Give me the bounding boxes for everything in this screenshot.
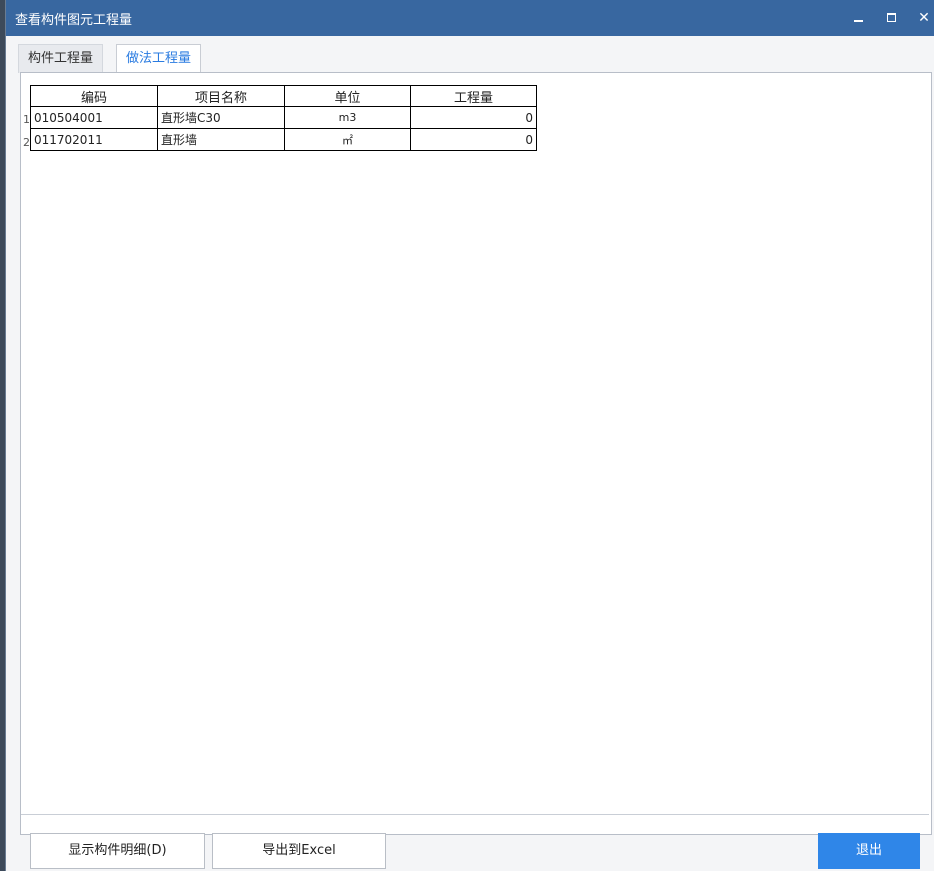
export-excel-button[interactable]: 导出到Excel: [212, 833, 386, 869]
row-number: 2: [23, 136, 30, 149]
quantity-grid-area: 1 2 编码 项目名称 单位 工程量 010504001 直形墙C30 m3 0…: [21, 73, 929, 815]
column-header-item-name[interactable]: 项目名称: [157, 85, 285, 107]
maximize-icon: [886, 13, 896, 22]
row-number: 1: [23, 113, 30, 126]
cell-unit[interactable]: ㎡: [284, 128, 411, 151]
column-header-unit[interactable]: 单位: [284, 85, 411, 107]
close-icon: ✕: [918, 10, 930, 26]
table-row[interactable]: 011702011 直形墙 ㎡ 0: [30, 128, 537, 151]
tab-component-quantity[interactable]: 构件工程量: [18, 44, 104, 73]
quantity-table: 编码 项目名称 单位 工程量 010504001 直形墙C30 m3 0 011…: [30, 85, 537, 151]
show-detail-button[interactable]: 显示构件明细(D): [30, 833, 205, 869]
title-bar[interactable]: 查看构件图元工程量 ✕: [6, 0, 934, 36]
table-header-row: 编码 项目名称 单位 工程量: [30, 85, 537, 107]
cell-unit[interactable]: m3: [284, 106, 411, 129]
table-row[interactable]: 010504001 直形墙C30 m3 0: [30, 106, 537, 129]
exit-button[interactable]: 退出: [818, 833, 920, 869]
column-header-quantity[interactable]: 工程量: [410, 85, 537, 107]
cell-item-name[interactable]: 直形墙: [157, 128, 285, 151]
window-title: 查看构件图元工程量: [15, 13, 133, 28]
column-header-code[interactable]: 编码: [30, 85, 158, 107]
button-bar: 显示构件明细(D) 导出到Excel 退出: [20, 833, 932, 869]
cell-item-name[interactable]: 直形墙C30: [157, 106, 285, 129]
minimize-icon: [853, 19, 863, 22]
minimize-button[interactable]: [849, 9, 867, 27]
close-button[interactable]: ✕: [915, 9, 933, 27]
tab-method-quantity[interactable]: 做法工程量: [116, 44, 202, 74]
cell-code[interactable]: 011702011: [30, 128, 158, 151]
cell-code[interactable]: 010504001: [30, 106, 158, 129]
quantity-dialog: 查看构件图元工程量 ✕ 构件工程量 做法工程量 1 2 编码 项目名称 单位 工…: [5, 0, 934, 871]
cell-quantity[interactable]: 0: [410, 128, 537, 151]
cell-quantity[interactable]: 0: [410, 106, 537, 129]
maximize-button[interactable]: [882, 9, 900, 27]
tab-content-panel: 1 2 编码 项目名称 单位 工程量 010504001 直形墙C30 m3 0…: [20, 72, 932, 835]
